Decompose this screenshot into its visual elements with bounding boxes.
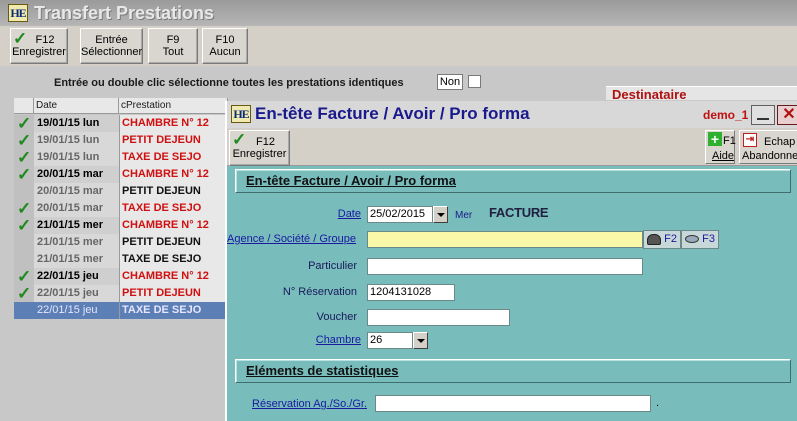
user-name: demo_1 <box>703 108 749 122</box>
invoice-header-dialog: HE En-tête Facture / Avoir / Pro forma d… <box>225 101 797 421</box>
particulier-label: Particulier <box>308 260 357 272</box>
date-weekday: Mer <box>455 210 473 221</box>
save-button[interactable]: ✓ F12 Enregistrer <box>229 130 290 166</box>
particulier-field[interactable] <box>367 258 643 275</box>
field-suffix: . <box>656 397 660 409</box>
table-row[interactable]: ✓ 22/01/15 jeu CHAMBRE N° 12 <box>14 268 228 285</box>
abandon-button[interactable]: ⇥ Echap Abandonner <box>739 130 797 164</box>
minimize-icon[interactable] <box>751 105 775 125</box>
table-row[interactable]: 20/01/15 mar PETIT DEJEUN <box>14 183 228 200</box>
destinataire-label: Destinataire <box>612 87 687 102</box>
check-icon: ✓ <box>17 148 32 167</box>
voucher-label: Voucher <box>316 311 357 323</box>
chambre-label[interactable]: Chambre <box>227 334 361 346</box>
select-button[interactable]: Entrée Sélectionner <box>80 28 143 64</box>
select-none-button[interactable]: F10 Aucun <box>202 28 248 64</box>
chambre-field[interactable]: 26 <box>367 332 413 349</box>
date-label[interactable]: Date <box>227 208 361 220</box>
check-icon: ✓ <box>17 199 32 218</box>
table-row[interactable]: ✓ 20/01/15 mar CHAMBRE N° 12 <box>14 166 228 183</box>
plus-icon: + <box>708 132 722 146</box>
table-row[interactable]: 21/01/15 mer TAXE DE SEJO <box>14 251 228 268</box>
check-icon: ✓ <box>17 114 32 133</box>
identical-checkbox[interactable] <box>468 75 481 88</box>
table-row[interactable]: ✓ 19/01/15 lun PETIT DEJEUN <box>14 132 228 149</box>
section-header-entete: En-tête Facture / Avoir / Pro forma <box>235 169 791 193</box>
check-icon: ✓ <box>17 131 32 150</box>
check-icon: ✓ <box>17 165 32 184</box>
identical-toggle-value[interactable]: Non <box>437 74 463 90</box>
check-icon: ✓ <box>13 29 28 48</box>
window-title: Transfert Prestations <box>34 3 215 23</box>
chevron-down-icon[interactable] <box>433 206 448 223</box>
save-button[interactable]: ✓ F12 Enregistrer <box>10 28 68 64</box>
binoculars-icon <box>647 234 661 245</box>
agence-field[interactable] <box>367 231 643 248</box>
reservation-agence-label[interactable]: Réservation Ag./So./Gr. <box>227 398 367 410</box>
check-icon: ✓ <box>17 267 32 286</box>
grid-header-prestation[interactable]: cPrestation <box>119 98 228 114</box>
grid-header-mark <box>14 98 34 114</box>
exit-icon: ⇥ <box>743 133 757 147</box>
document-type: FACTURE <box>489 205 549 220</box>
dialog-title-bar[interactable]: HE En-tête Facture / Avoir / Pro forma d… <box>227 101 797 128</box>
reservation-label: N° Réservation <box>282 286 357 298</box>
date-field[interactable]: 25/02/2015 <box>367 206 433 223</box>
agence-search-button[interactable]: F2 <box>643 230 681 249</box>
table-row[interactable]: ✓ 21/01/15 mer CHAMBRE N° 12 <box>14 217 228 234</box>
chevron-down-icon[interactable] <box>413 332 428 349</box>
voucher-field[interactable] <box>367 309 510 326</box>
table-row[interactable]: 21/01/15 mer PETIT DEJEUN <box>14 234 228 251</box>
help-button[interactable]: + F1 Aide <box>705 130 736 164</box>
reservation-agence-field[interactable] <box>375 395 651 412</box>
main-title-bar: HE Transfert Prestations <box>0 0 797 26</box>
prestations-grid: Date cPrestation ✓ 19/01/15 lun CHAMBRE … <box>14 98 228 421</box>
table-row[interactable]: ✓ 20/01/15 mar TAXE DE SEJO <box>14 200 228 217</box>
app-logo-icon: HE <box>231 105 251 123</box>
table-row-selected[interactable]: 22/01/15 jeu TAXE DE SEJO <box>14 302 228 319</box>
check-icon: ✓ <box>17 216 32 235</box>
dialog-toolbar: ✓ F12 Enregistrer + F1 Aide ⇥ Echap Aban… <box>227 128 797 166</box>
hint-text: Entrée ou double clic sélectionne toutes… <box>54 77 404 89</box>
reservation-field[interactable]: 1204131028 <box>367 284 455 301</box>
destinataire-panel: Destinataire <box>606 86 797 102</box>
table-row[interactable]: ✓ 22/01/15 jeu PETIT DEJEUN <box>14 285 228 302</box>
check-icon: ✓ <box>232 130 247 149</box>
select-all-button[interactable]: F9 Tout <box>148 28 198 64</box>
app-logo-icon: HE <box>8 4 28 22</box>
table-row[interactable]: ✓ 19/01/15 lun CHAMBRE N° 12 <box>14 115 228 132</box>
check-icon: ✓ <box>17 284 32 303</box>
agence-label[interactable]: Agence / Société / Groupe <box>227 233 361 245</box>
close-icon[interactable]: ✕ <box>777 105 797 125</box>
grid-header-date[interactable]: Date <box>34 98 119 114</box>
agence-view-button[interactable]: F3 <box>681 230 719 249</box>
main-toolbar: ✓ F12 Enregistrer Entrée Sélectionner F9… <box>0 26 797 66</box>
table-row[interactable]: ✓ 19/01/15 lun TAXE DE SEJO <box>14 149 228 166</box>
dialog-title: En-tête Facture / Avoir / Pro forma <box>255 104 530 123</box>
section-header-stats: Eléments de statistiques <box>235 359 791 383</box>
eye-icon <box>685 235 699 243</box>
